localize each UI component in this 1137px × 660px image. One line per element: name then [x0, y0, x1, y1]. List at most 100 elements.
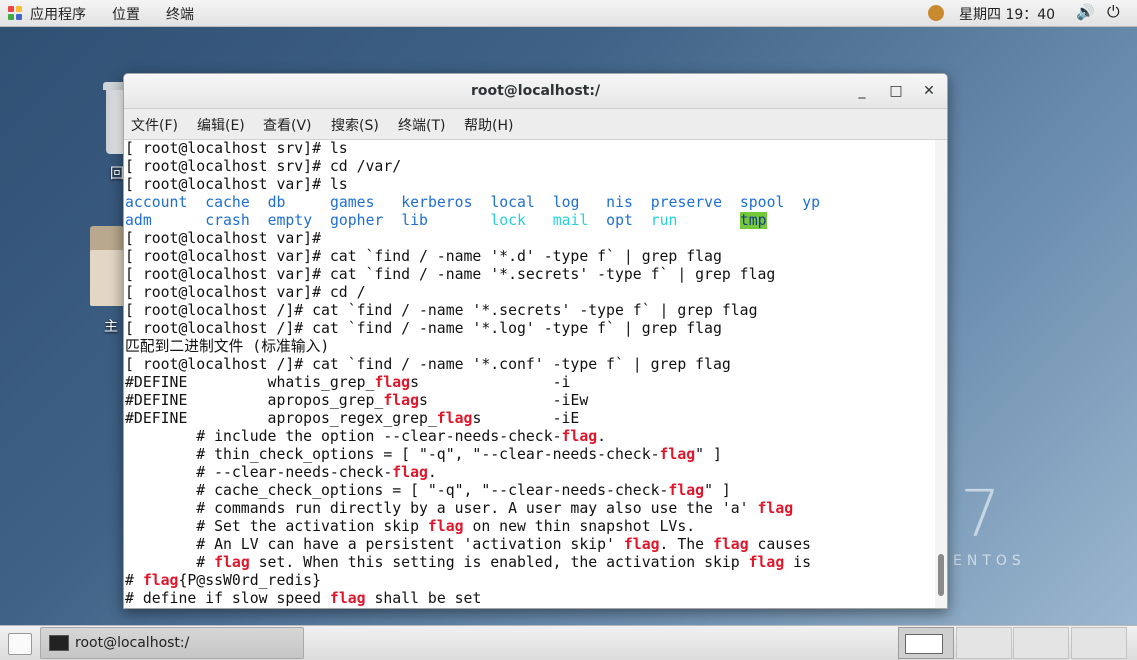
menubar: 文件(F) 编辑(E) 查看(V) 搜索(S) 终端(T) 帮助(H)	[124, 109, 947, 140]
home-folder-icon[interactable]	[90, 226, 124, 306]
terminal-line: [ root@localhost var]# ls	[124, 176, 934, 194]
menu-edit[interactable]: 编辑(E)	[197, 115, 245, 135]
terminal-text: s -iE	[472, 410, 580, 427]
terminal-text: .	[597, 428, 607, 445]
terminal-text: # commands run directly by a user. A use…	[125, 500, 758, 517]
terminal-line: # commands run directly by a user. A use…	[124, 500, 934, 518]
terminal-line: # flag{P@ssW0rd_redis}	[124, 572, 934, 590]
menu-file[interactable]: 文件(F)	[131, 115, 178, 135]
places-menu[interactable]: 位置	[112, 4, 140, 24]
terminal-text: #	[125, 554, 215, 571]
terminal-text: #DEFINE whatis_grep_	[125, 374, 375, 391]
menu-view[interactable]: 查看(V)	[263, 115, 312, 135]
terminal-menu[interactable]: 终端	[166, 4, 194, 24]
scrollbar-thumb[interactable]	[938, 554, 944, 596]
top-panel: 应用程序 位置 终端 星期四 19：40 🔊 ⏻	[0, 0, 1137, 27]
terminal-window[interactable]: root@localhost:/ _ □ ✕ 文件(F) 编辑(E) 查看(V)…	[123, 73, 948, 609]
workspace-2[interactable]	[956, 627, 1012, 659]
terminal-text: [ root@localhost var]# ls	[125, 176, 348, 193]
terminal-text-blue: games	[329, 194, 375, 211]
terminal-text: is	[784, 554, 811, 571]
terminal-text: #DEFINE apropos_regex_grep_	[125, 410, 437, 427]
terminal-text: # thin_check_options = [ "-q", "--clear-…	[125, 446, 660, 463]
minimize-button[interactable]: _	[852, 81, 872, 101]
power-icon[interactable]: ⏻	[1107, 2, 1120, 22]
terminal-line: [ root@localhost srv]# cd /var/	[124, 158, 934, 176]
terminal-text-red: flag	[561, 428, 598, 445]
terminal-text-cyan: run	[650, 212, 678, 229]
menu-terminal[interactable]: 终端(T)	[398, 115, 445, 135]
show-desktop-button[interactable]	[8, 633, 32, 655]
terminal-line: [ root@localhost /]# cat `find / -name '…	[124, 302, 934, 320]
terminal-line: [ root@localhost var]# cd /	[124, 284, 934, 302]
menu-search[interactable]: 搜索(S)	[331, 115, 379, 135]
terminal-text: on new thin snapshot LVs.	[463, 518, 696, 535]
terminal-text: set. When this setting is enabled, the a…	[249, 554, 749, 571]
terminal-text-blue: gopher	[329, 212, 384, 229]
terminal-line: #DEFINE apropos_grep_flags -iEw	[124, 392, 934, 410]
applications-menu[interactable]: 应用程序	[30, 4, 86, 24]
terminal-line: # Set the activation skip flag on new th…	[124, 518, 934, 536]
terminal-text-blue: cache	[205, 194, 250, 211]
home-folder-label: 主	[104, 319, 118, 335]
menu-help[interactable]: 帮助(H)	[464, 115, 513, 135]
close-button[interactable]: ✕	[919, 81, 939, 101]
maximize-button[interactable]: □	[886, 81, 906, 101]
terminal-text: [ root@localhost srv]# cd /var/	[125, 158, 402, 175]
user-status-icon[interactable]	[928, 5, 944, 21]
terminal-text: [ root@localhost var]# cat `find / -name…	[125, 266, 776, 283]
terminal-line: 匹配到二进制文件 (标准输入)	[124, 338, 934, 356]
terminal-line: #DEFINE whatis_grep_flags -i	[124, 374, 934, 392]
taskbar-terminal-item[interactable]: root@localhost:/	[40, 627, 304, 659]
terminal-text-red: flag	[374, 374, 411, 391]
terminal-line: [ root@localhost srv]# ls	[124, 140, 934, 158]
terminal-text-blue: log	[552, 194, 580, 211]
terminal-text: 匹配到二进制文件 (标准输入)	[125, 338, 330, 355]
terminal-text: [ root@localhost srv]# ls	[125, 140, 348, 157]
terminal-text-red: flag	[427, 518, 464, 535]
terminal-scrollbar[interactable]	[935, 140, 947, 608]
clock[interactable]: 星期四 19：40	[959, 4, 1055, 24]
terminal-text: s -i	[410, 374, 571, 391]
window-titlebar[interactable]: root@localhost:/ _ □ ✕	[124, 74, 947, 109]
terminal-text-blue: empty	[267, 212, 313, 229]
terminal-text: " ]	[704, 482, 731, 499]
terminal-text: [ root@localhost var]# cat `find / -name…	[125, 248, 722, 265]
terminal-text: # Set the activation skip	[125, 518, 428, 535]
terminal-line: # define if slow speed flag shall be set	[124, 590, 934, 608]
workspace-4[interactable]	[1071, 627, 1127, 659]
terminal-line: [ root@localhost var]#	[124, 230, 934, 248]
terminal-text: #	[125, 572, 143, 589]
terminal-line: [ root@localhost /]# cat `find / -name '…	[124, 320, 934, 338]
terminal-text-red: flag	[383, 392, 419, 409]
terminal-text: [ root@localhost var]#	[125, 230, 330, 247]
workspace-3[interactable]	[1013, 627, 1069, 659]
terminal-text: causes	[748, 536, 811, 553]
terminal-text-tmp: tmp	[739, 212, 767, 229]
terminal-text-blue: adm	[125, 212, 152, 229]
terminal-text-blue: lib	[401, 212, 428, 229]
terminal-text-blue: account	[125, 194, 188, 211]
workspace-1[interactable]	[898, 627, 954, 659]
terminal-text-red: flag	[757, 500, 794, 517]
volume-icon[interactable]: 🔊	[1076, 3, 1095, 21]
terminal-text: # An LV can have a persistent 'activatio…	[125, 536, 624, 553]
terminal-text-blue: opt	[606, 212, 633, 229]
terminal-output[interactable]: [ root@localhost srv]# ls[ root@localhos…	[124, 140, 934, 608]
terminal-text-red: flag	[436, 410, 473, 427]
applications-icon	[8, 6, 22, 20]
terminal-text-blue: spool	[739, 194, 785, 211]
bottom-taskbar: root@localhost:/	[0, 625, 1137, 660]
terminal-text: shall be set	[365, 590, 482, 607]
